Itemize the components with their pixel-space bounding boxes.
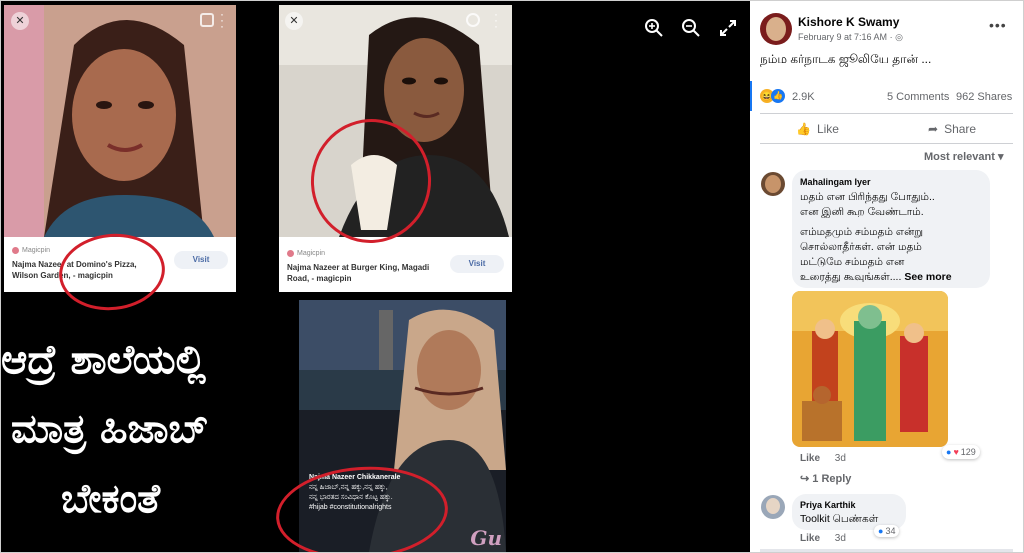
- reaction-icons[interactable]: 😆 👍: [760, 89, 785, 103]
- share-button[interactable]: ➦ Share: [928, 122, 976, 136]
- more-dots-icon[interactable]: · · ·: [494, 8, 498, 32]
- visit-button[interactable]: Visit: [450, 255, 504, 273]
- visit-button[interactable]: Visit: [174, 251, 228, 269]
- more-dots-icon[interactable]: · · ·: [220, 8, 224, 32]
- comment-reactions[interactable]: ● ♥ 129: [942, 445, 980, 459]
- comment-line: உரைத்து கூவுங்கள்....: [800, 271, 902, 283]
- share-arrow-icon: ➦: [928, 122, 939, 136]
- comments-count[interactable]: 5 Comments: [887, 91, 949, 103]
- comment-reaction-count: 129: [960, 447, 976, 457]
- commenter-name[interactable]: Priya Karthik: [800, 500, 856, 510]
- sort-dropdown[interactable]: Most relevant ▾: [924, 150, 1004, 163]
- author-avatar[interactable]: [760, 13, 792, 45]
- post-panel: Kishore K Swamy February 9 at 7:16 AM · …: [750, 1, 1023, 552]
- more-options-icon[interactable]: •••: [989, 17, 1007, 33]
- author-name[interactable]: Kishore K Swamy: [798, 15, 899, 29]
- comment-actions: Like 3d: [800, 533, 846, 544]
- like-button[interactable]: 👍 Like: [796, 122, 839, 136]
- comment-line: மட்டுமே சம்மதம் என: [800, 256, 905, 268]
- focus-indicator: [750, 81, 752, 111]
- comment-bubble: Mahalingam Iyer மதம் என பிரிந்தது போதும்…: [792, 170, 990, 288]
- comment-reaction-count: 34: [885, 526, 896, 536]
- comment-line: மதம் என பிரிந்தது போதும்..: [800, 191, 935, 203]
- source-label: Magicpin: [297, 250, 326, 257]
- magicpin-logo-icon: [287, 250, 294, 257]
- comment-image-deities[interactable]: [792, 291, 948, 447]
- chevron-down-icon: ▾: [997, 151, 1004, 163]
- post-timestamp[interactable]: February 9 at 7:16 AM · ◎: [798, 32, 903, 43]
- zoom-in-icon[interactable]: [643, 17, 665, 39]
- reaction-count[interactable]: 2.9K: [792, 91, 815, 103]
- like-reaction-icon: 👍: [771, 89, 785, 103]
- commenter-name[interactable]: Mahalingam Iyer: [800, 177, 871, 187]
- see-more-link[interactable]: See more: [904, 271, 951, 283]
- like-label: Like: [816, 122, 839, 136]
- comment-line: என இனி கூற வேண்டாம்.: [800, 206, 924, 218]
- commenter-avatar[interactable]: [761, 172, 785, 196]
- overlay-text-line1: ಆದ್ರೆ ಶಾಲೆಯಲ್ಲಿ: [1, 337, 206, 383]
- like-reaction-icon: ●: [878, 526, 884, 536]
- sort-label: Most relevant: [924, 151, 995, 163]
- share-label: Share: [944, 122, 977, 136]
- post-text: நம்ம கர்நாடக ஜூலியே தான் ...: [760, 52, 932, 66]
- close-icon[interactable]: ✕: [285, 12, 303, 30]
- comment-like-link[interactable]: Like: [800, 453, 820, 464]
- shares-count[interactable]: 962 Shares: [956, 91, 1012, 103]
- photo-viewer[interactable]: ✕ · · · Magicpin Najma Nazeer at Domino's …: [1, 1, 750, 552]
- comment-text: மதம் என பிரிந்தது போதும்.. என இனி கூற வே…: [800, 190, 988, 285]
- expand-icon[interactable]: [200, 13, 214, 27]
- overlay-text-line2: ಮಾತ್ರ ಹಿಜಾಬ್: [11, 406, 209, 452]
- comment-reactions[interactable]: ● 34: [874, 525, 900, 537]
- comment-time[interactable]: 3d: [835, 533, 846, 544]
- comment-time[interactable]: 3d: [835, 453, 846, 464]
- comment-text: Toolkit பெண்கள்: [800, 513, 879, 525]
- thumbs-up-icon: 👍: [796, 122, 811, 136]
- watermark: Gu: [470, 526, 502, 550]
- zoom-out-icon[interactable]: [680, 17, 702, 39]
- comment-like-link[interactable]: Like: [800, 533, 820, 544]
- source-label: Magicpin: [22, 247, 51, 254]
- love-reaction-icon: ♥: [953, 447, 959, 457]
- view-replies[interactable]: ↪ 1 Reply: [800, 472, 851, 485]
- commenter-avatar[interactable]: [761, 495, 785, 519]
- comment-line: சொல்லாதீர்கள். என் மதம்: [800, 241, 922, 253]
- post-date: February 9 at 7:16 AM: [798, 32, 888, 42]
- magicpin-logo-icon: [12, 247, 19, 254]
- divider: [760, 143, 1013, 144]
- reply-arrow-icon: ↪: [800, 473, 810, 485]
- replies-label: 1 Reply: [812, 473, 852, 485]
- expand-icon[interactable]: [466, 13, 480, 27]
- scroll-hint: [760, 549, 1013, 552]
- globe-icon: ◎: [895, 32, 903, 42]
- pin-title-2: Road, - magicpin: [287, 274, 352, 283]
- comment-actions: Like 3d: [800, 453, 846, 464]
- date-separator: ·: [889, 32, 893, 42]
- fullscreen-icon[interactable]: [717, 17, 739, 39]
- comment-line: எம்மதமும் சம்மதம் என்று: [800, 226, 924, 238]
- like-reaction-icon: ●: [946, 447, 952, 457]
- woman-photo-1: [4, 5, 236, 237]
- close-icon[interactable]: ✕: [11, 12, 29, 30]
- overlay-text-line3: ಬೇಕಂತೆ: [61, 476, 160, 522]
- divider: [760, 113, 1013, 114]
